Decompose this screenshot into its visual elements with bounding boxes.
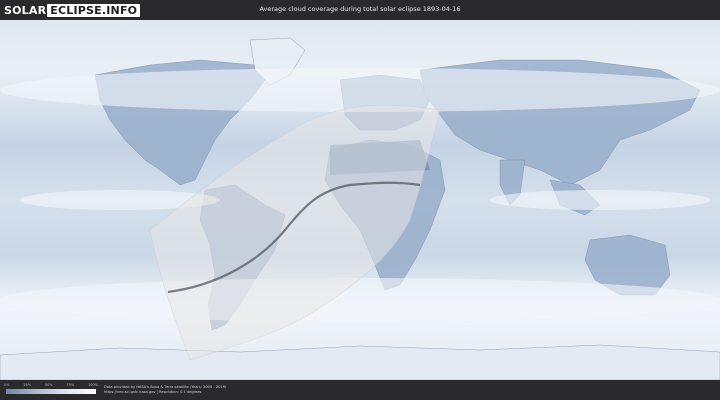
- header-bar: SOLAR ECLIPSE.INFO Average cloud coverag…: [0, 0, 720, 20]
- site-logo[interactable]: SOLAR ECLIPSE.INFO: [4, 3, 141, 17]
- credit-line-url[interactable]: https://neo.sci.gsfc.nasa.gov | Resoluti…: [104, 390, 226, 395]
- logo-text-solar: SOLAR: [4, 3, 47, 17]
- legend-tick-0: 0%: [4, 383, 10, 387]
- legend-tick-25: 25%: [23, 383, 32, 387]
- continent-antarctica: [0, 344, 720, 380]
- legend-tick-labels: 0% 25% 50% 75% 100%: [4, 383, 98, 388]
- map-title: Average cloud coverage during total sola…: [259, 5, 461, 13]
- cloud-legend-gradient: [6, 389, 96, 394]
- legend-tick-50: 50%: [44, 383, 53, 387]
- legend-tick-100: 100%: [87, 383, 98, 387]
- logo-text-eclipse-info: ECLIPSE.INFO: [47, 3, 141, 17]
- data-credit: Data provided by NASA's Aqua & Terra sat…: [104, 385, 226, 395]
- cloud-coverage-map: [0, 20, 720, 380]
- legend-tick-75: 75%: [66, 383, 75, 387]
